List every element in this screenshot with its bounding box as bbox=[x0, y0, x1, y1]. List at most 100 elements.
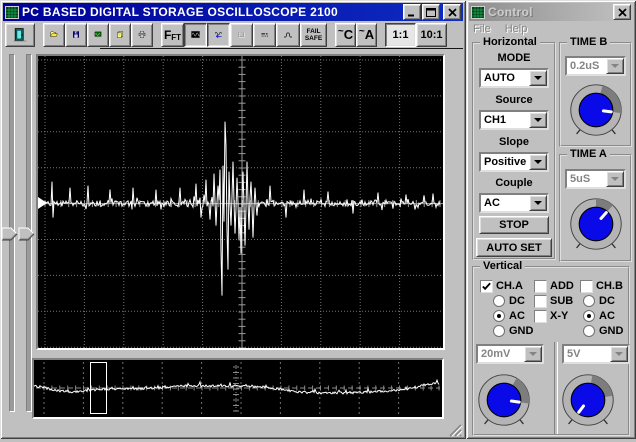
exit-button[interactable] bbox=[5, 22, 35, 47]
toolbar: F FT FAIL SAFE ~ C ~ A 1:1 10:1 bbox=[3, 21, 463, 48]
maximize-button[interactable] bbox=[422, 4, 440, 20]
time-b-select[interactable]: 0.2uS bbox=[565, 56, 626, 76]
calibrate-a-label: A bbox=[364, 27, 375, 42]
sub-checkbox[interactable] bbox=[534, 295, 547, 308]
source-select[interactable]: CH1 bbox=[479, 110, 549, 130]
scope-display-panel bbox=[36, 54, 445, 350]
scope-screen-icon bbox=[94, 31, 102, 38]
time-a-dropdown-arrow-icon bbox=[606, 171, 624, 187]
mode-select[interactable]: AUTO bbox=[479, 68, 549, 88]
add-checkbox[interactable] bbox=[534, 280, 547, 293]
slope-value: Positive bbox=[484, 156, 527, 168]
main-titlebar[interactable]: PC BASED DIGITAL STORAGE OSCILLOSCOPE 21… bbox=[3, 3, 463, 21]
persistence-dots-button[interactable] bbox=[253, 22, 276, 47]
calibrate-c-button[interactable]: ~ C bbox=[335, 22, 356, 47]
ch-a-dc-radio[interactable] bbox=[493, 295, 505, 307]
vertical-group-divider bbox=[554, 342, 558, 434]
ch-a-ac-radio[interactable] bbox=[493, 310, 505, 322]
control-icon bbox=[471, 5, 485, 19]
ch-b-gnd-radio[interactable] bbox=[583, 325, 595, 337]
control-titlebar[interactable]: Control bbox=[469, 3, 633, 21]
trigger-level-marker[interactable] bbox=[38, 197, 47, 209]
ch-a-range-select[interactable]: 20mV bbox=[476, 344, 544, 364]
vertical-group: Vertical CH.A ADD CH.B DC SUB DC AC X-Y … bbox=[472, 260, 630, 436]
ch-b-dc-radio[interactable] bbox=[583, 295, 595, 307]
ch-b-range-arrow-icon bbox=[610, 346, 628, 362]
ch-b-ac-label: AC bbox=[599, 310, 615, 322]
ch-b-dc-label: DC bbox=[599, 295, 615, 307]
time-a-select[interactable]: 5uS bbox=[565, 169, 626, 189]
couple-dropdown-arrow-icon[interactable] bbox=[529, 195, 547, 211]
notes-button[interactable] bbox=[109, 22, 131, 47]
control-close-button[interactable] bbox=[613, 4, 631, 20]
ch-a-gnd-label: GND bbox=[509, 325, 534, 337]
menu-help[interactable]: Help bbox=[503, 22, 530, 37]
fail-safe-button[interactable]: FAIL SAFE bbox=[300, 22, 327, 47]
ch-a-position-slider-thumb[interactable] bbox=[1, 227, 19, 241]
slope-dropdown-arrow-icon[interactable] bbox=[529, 154, 547, 170]
square-wave-button[interactable] bbox=[276, 22, 300, 47]
time-a-value: 5uS bbox=[570, 173, 591, 185]
couple-label: Couple bbox=[495, 177, 533, 189]
source-dropdown-arrow-icon[interactable] bbox=[529, 112, 547, 128]
ch-a-checkbox[interactable] bbox=[480, 280, 493, 293]
mode-label: MODE bbox=[497, 52, 531, 64]
control-menubar: File Help bbox=[471, 22, 632, 37]
couple-value: AC bbox=[484, 197, 500, 209]
grid-button[interactable] bbox=[230, 22, 253, 47]
minimize-button[interactable] bbox=[403, 4, 421, 20]
open-file-button[interactable] bbox=[43, 22, 65, 47]
mode-value: AUTO bbox=[484, 72, 515, 84]
calibrate-c-label: C bbox=[343, 27, 354, 42]
ch-b-gain-knob[interactable] bbox=[560, 372, 616, 428]
fail-safe-label-2: SAFE bbox=[304, 34, 323, 42]
main-window-title: PC BASED DIGITAL STORAGE OSCILLOSCOPE 21… bbox=[22, 5, 338, 19]
fft-button[interactable]: F FT bbox=[161, 22, 184, 47]
ch-b-ac-radio[interactable] bbox=[583, 310, 595, 322]
calibrate-a-button[interactable]: ~ A bbox=[356, 22, 377, 47]
ch-a-gain-knob[interactable] bbox=[476, 372, 532, 428]
oscilloscope-window: PC BASED DIGITAL STORAGE OSCILLOSCOPE 21… bbox=[0, 0, 466, 439]
check-icon bbox=[482, 282, 491, 291]
app-icon bbox=[5, 5, 19, 19]
time-b-knob[interactable] bbox=[568, 82, 624, 138]
probe-10-1-button[interactable]: 10:1 bbox=[416, 22, 447, 47]
print-button[interactable] bbox=[131, 22, 153, 47]
waveform-display-button[interactable] bbox=[184, 22, 207, 47]
ch-b-checkbox[interactable] bbox=[580, 280, 593, 293]
display-capture-button[interactable] bbox=[87, 22, 109, 47]
ch-a-range-arrow-icon bbox=[524, 346, 542, 362]
ch-b-checkbox-label: CH.B bbox=[596, 280, 623, 292]
waveform-screen-icon bbox=[191, 31, 200, 38]
menu-file[interactable]: File bbox=[471, 22, 493, 37]
ch-a-gnd-radio[interactable] bbox=[493, 325, 505, 337]
mode-dropdown-arrow-icon[interactable] bbox=[529, 70, 547, 86]
ch-b-position-slider-thumb[interactable] bbox=[18, 227, 36, 241]
probe-10-1-label: 10:1 bbox=[420, 28, 443, 41]
open-folder-icon bbox=[50, 31, 58, 37]
close-button[interactable] bbox=[443, 4, 461, 20]
auto-set-button[interactable]: AUTO SET bbox=[476, 238, 552, 257]
stop-button[interactable]: STOP bbox=[479, 216, 549, 234]
waveform-recall-button[interactable] bbox=[207, 22, 230, 47]
ch-b-range-select[interactable]: 5V bbox=[562, 344, 630, 364]
couple-select[interactable]: AC bbox=[479, 193, 549, 213]
probe-1-1-button[interactable]: 1:1 bbox=[385, 22, 416, 47]
fft-label: F bbox=[163, 27, 172, 42]
xy-checkbox[interactable] bbox=[534, 310, 547, 323]
fft-sublabel: FT bbox=[171, 32, 182, 42]
save-button[interactable] bbox=[65, 22, 87, 47]
ch-a-range-value: 20mV bbox=[481, 348, 511, 360]
slope-select[interactable]: Positive bbox=[479, 152, 549, 172]
scope-waveform-display bbox=[38, 56, 443, 348]
ch-a-checkbox-label: CH.A bbox=[496, 280, 523, 292]
ch-b-range-value: 5V bbox=[567, 348, 581, 360]
auto-set-label: AUTO SET bbox=[486, 241, 542, 254]
time-a-knob[interactable] bbox=[568, 196, 624, 252]
control-window: Control File Help Horizontal MODE AUTO S… bbox=[466, 0, 636, 439]
horizontal-group: Horizontal MODE AUTO Source CH1 Slope Po… bbox=[472, 36, 556, 260]
zoom-window-selector[interactable] bbox=[90, 362, 107, 414]
resize-grip[interactable] bbox=[446, 422, 463, 437]
ch-b-gnd-label: GND bbox=[599, 325, 624, 337]
time-b-group-label: TIME B bbox=[567, 36, 611, 48]
